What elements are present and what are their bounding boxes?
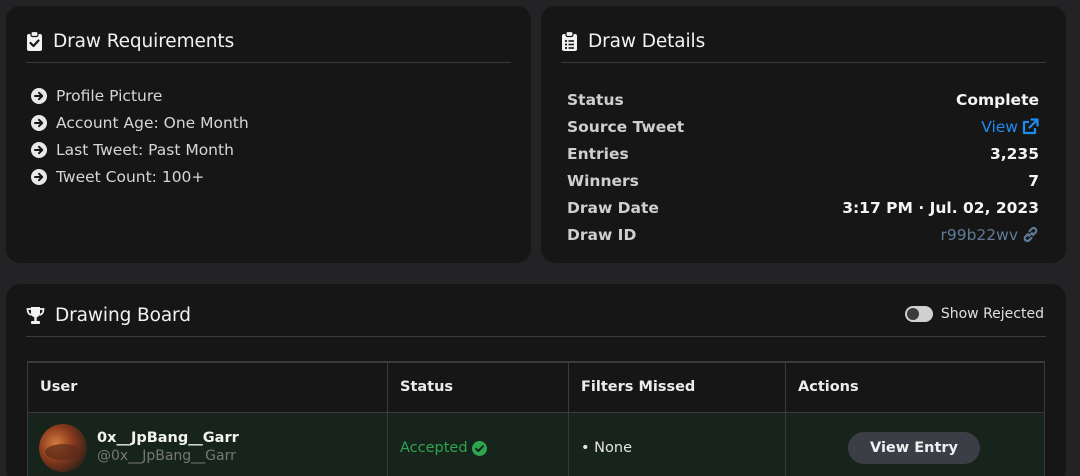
requirement-item: Profile Picture: [31, 82, 249, 109]
circle-arrow-right-icon: [31, 141, 47, 158]
detail-label: Draw ID: [567, 225, 637, 244]
requirement-item: Tweet Count: 100+: [31, 163, 249, 190]
detail-label: Entries: [567, 144, 629, 163]
filters-missed-text: • None: [581, 440, 632, 456]
winners-value: 7: [1028, 171, 1039, 190]
circle-arrow-right-icon: [31, 87, 47, 104]
draw-date-value: 3:17 PM · Jul. 02, 2023: [842, 198, 1039, 217]
avatar: [39, 424, 87, 472]
table-header-row: User Status Filters Missed Actions: [27, 361, 1045, 413]
trophy-icon: [26, 306, 45, 324]
column-header-actions: Actions: [785, 361, 1045, 413]
column-header-filters-missed: Filters Missed: [568, 361, 786, 413]
detail-label: Draw Date: [567, 198, 659, 217]
show-rejected-toggle-group: Show Rejected: [904, 306, 1044, 322]
draw-id-value: r99b22wv: [940, 225, 1018, 244]
detail-row-source-tweet: Source Tweet View: [567, 113, 1039, 140]
draw-requirements-header: Draw Requirements: [26, 20, 511, 63]
draw-details-card: Draw Details Status Complete Source Twee…: [541, 6, 1066, 263]
clipboard-list-icon: [562, 31, 577, 51]
requirement-label: Account Age: One Month: [56, 113, 249, 132]
show-rejected-toggle[interactable]: [904, 306, 933, 322]
toggle-knob: [906, 308, 919, 320]
draw-details-header: Draw Details: [561, 20, 1046, 63]
actions-cell: View Entry: [785, 411, 1045, 476]
external-link-icon: [1022, 118, 1039, 135]
view-entry-button[interactable]: View Entry: [848, 432, 980, 464]
detail-label: Status: [567, 90, 624, 109]
circle-arrow-right-icon: [31, 168, 47, 185]
drawing-board-table: User Status Filters Missed Actions 0x__J…: [27, 361, 1045, 476]
draw-requirements-card: Draw Requirements Profile Picture Accoun…: [6, 6, 531, 263]
detail-row-draw-id: Draw ID r99b22wv: [567, 221, 1039, 248]
drawing-board-card: Drawing Board Show Rejected User Status …: [6, 284, 1066, 476]
detail-label: Source Tweet: [567, 117, 685, 136]
draw-details-title: Draw Details: [588, 30, 706, 52]
status-badge: Accepted: [400, 440, 568, 456]
source-tweet-link-label: View: [981, 117, 1018, 136]
status-value: Complete: [955, 90, 1039, 109]
column-header-user: User: [27, 361, 388, 413]
clipboard-check-icon: [27, 31, 42, 51]
detail-row-winners: Winners 7: [567, 167, 1039, 194]
drawing-board-title: Drawing Board: [55, 304, 191, 326]
entries-value: 3,235: [989, 144, 1039, 163]
draw-id-link[interactable]: r99b22wv: [940, 226, 1039, 244]
source-tweet-link[interactable]: View: [981, 118, 1039, 136]
drawing-board-header: Drawing Board: [26, 294, 1046, 337]
table-row: 0x__JpBang__Garr @0x__JpBang__Garr Accep…: [27, 411, 1045, 476]
column-header-status: Status: [387, 361, 569, 413]
status-text: Accepted: [400, 440, 468, 456]
user-handle: @0x__JpBang__Garr: [97, 448, 236, 464]
requirement-item: Account Age: One Month: [31, 109, 249, 136]
check-circle-icon: [471, 440, 487, 456]
requirement-label: Profile Picture: [56, 86, 163, 105]
user-display-name: 0x__JpBang__Garr: [97, 430, 239, 446]
requirement-label: Last Tweet: Past Month: [56, 140, 234, 159]
show-rejected-label: Show Rejected: [940, 306, 1044, 322]
detail-row-entries: Entries 3,235: [567, 140, 1039, 167]
requirement-label: Tweet Count: 100+: [56, 167, 205, 186]
link-icon: [1023, 226, 1038, 243]
status-cell: Accepted: [387, 411, 569, 476]
detail-row-draw-date: Draw Date 3:17 PM · Jul. 02, 2023: [567, 194, 1039, 221]
draw-requirements-title: Draw Requirements: [53, 30, 235, 52]
detail-row-status: Status Complete: [567, 86, 1039, 113]
filters-missed-cell: • None: [568, 411, 786, 476]
requirements-list: Profile Picture Account Age: One Month L…: [31, 82, 249, 190]
user-cell: 0x__JpBang__Garr @0x__JpBang__Garr: [27, 411, 388, 476]
circle-arrow-right-icon: [31, 114, 47, 131]
draw-details-list: Status Complete Source Tweet View Entrie…: [567, 86, 1039, 248]
detail-label: Winners: [567, 171, 639, 190]
requirement-item: Last Tweet: Past Month: [31, 136, 249, 163]
